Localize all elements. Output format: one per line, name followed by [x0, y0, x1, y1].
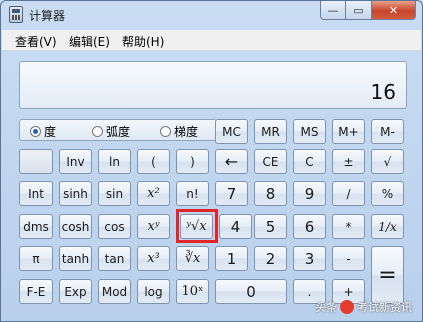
calculator-app-icon	[9, 6, 23, 23]
c-button[interactable]: C	[293, 149, 326, 174]
window-title: 计算器	[29, 9, 66, 23]
fe-button[interactable]: F-E	[19, 279, 53, 304]
menu-bar: 查看(V) 编辑(E) 帮助(H)	[2, 30, 421, 51]
multiply-button[interactable]: *	[332, 214, 365, 239]
radio-gradians[interactable]: 梯度	[160, 123, 198, 140]
title-bar[interactable]: 计算器 — ▭ ✕	[1, 1, 422, 29]
backspace-button[interactable]: ←	[215, 149, 248, 174]
blank-button[interactable]	[19, 149, 53, 174]
digit-4-button[interactable]: 4	[219, 214, 252, 239]
divide-button[interactable]: /	[332, 181, 365, 206]
sin-button[interactable]: sin	[98, 181, 131, 206]
inv-button[interactable]: Inv	[59, 149, 92, 174]
equals-button[interactable]: =	[371, 246, 404, 304]
tanh-button[interactable]: tanh	[59, 246, 92, 271]
dms-button[interactable]: dms	[19, 214, 53, 239]
ten-power-x-button[interactable]: 10ˣ	[176, 279, 209, 304]
ce-button[interactable]: CE	[254, 149, 287, 174]
radio-unselected-icon	[160, 126, 171, 137]
maximize-button[interactable]: ▭	[346, 1, 372, 20]
ms-button[interactable]: MS	[293, 119, 326, 144]
digit-2-button[interactable]: 2	[254, 246, 287, 271]
digit-9-button[interactable]: 9	[293, 181, 326, 206]
radio-selected-icon	[30, 126, 41, 137]
menu-view[interactable]: 查看(V)	[15, 33, 57, 50]
digit-3-button[interactable]: 3	[293, 246, 326, 271]
radio-degrees-label: 度	[44, 125, 57, 139]
calculator-window: 计算器 — ▭ ✕ 查看(V) 编辑(E) 帮助(H) 16 度 弧度 梯度 M…	[0, 0, 423, 322]
x-squared-button[interactable]: x²	[137, 181, 170, 206]
digit-1-button[interactable]: 1	[215, 246, 248, 271]
radio-radians[interactable]: 弧度	[92, 123, 130, 140]
radio-radians-label: 弧度	[106, 125, 131, 139]
log-button[interactable]: log	[137, 279, 170, 304]
m-minus-button[interactable]: M-	[371, 119, 404, 144]
watermark-prefix: 头条	[315, 301, 337, 314]
subtract-button[interactable]: -	[332, 246, 365, 271]
close-button[interactable]: ✕	[372, 1, 416, 20]
mod-button[interactable]: Mod	[98, 279, 131, 304]
watermark: 头条 考试新资讯	[315, 299, 412, 315]
radio-degrees[interactable]: 度	[30, 123, 56, 140]
x-cubed-button[interactable]: x³	[137, 246, 170, 271]
digit-0-button[interactable]: 0	[215, 279, 287, 304]
result-display: 16	[19, 61, 407, 109]
close-paren-button[interactable]: )	[176, 149, 209, 174]
minimize-button[interactable]: —	[320, 1, 346, 20]
cube-root-button[interactable]: ∛x	[176, 246, 209, 271]
plus-minus-button[interactable]: ±	[332, 149, 365, 174]
digit-6-button[interactable]: 6	[293, 214, 326, 239]
percent-button[interactable]: %	[371, 181, 404, 206]
digit-8-button[interactable]: 8	[254, 181, 287, 206]
m-plus-button[interactable]: M+	[332, 119, 365, 144]
int-button[interactable]: Int	[19, 181, 53, 206]
mr-button[interactable]: MR	[254, 119, 287, 144]
tan-button[interactable]: tan	[98, 246, 131, 271]
radio-unselected-icon	[92, 126, 103, 137]
pi-button[interactable]: π	[19, 246, 53, 271]
reciprocal-button[interactable]: 1/x	[371, 214, 404, 239]
menu-help[interactable]: 帮助(H)	[122, 33, 164, 50]
calculator-body: 16 度 弧度 梯度 MC MR MS M+ M- Inv ln ( ) ← C…	[9, 53, 414, 315]
digit-7-button[interactable]: 7	[215, 181, 248, 206]
ln-button[interactable]: ln	[98, 149, 131, 174]
sqrt-button[interactable]: √	[371, 149, 404, 174]
open-paren-button[interactable]: (	[137, 149, 170, 174]
sinh-button[interactable]: sinh	[59, 181, 92, 206]
radio-gradians-label: 梯度	[174, 125, 199, 139]
mc-button[interactable]: MC	[215, 119, 248, 144]
highlight-box	[176, 209, 218, 243]
exp-button[interactable]: Exp	[59, 279, 92, 304]
caption-buttons: — ▭ ✕	[320, 1, 416, 20]
digit-5-button[interactable]: 5	[254, 214, 287, 239]
menu-edit[interactable]: 编辑(E)	[69, 33, 110, 50]
angle-mode-group: 度 弧度 梯度	[19, 119, 217, 141]
x-power-y-button[interactable]: xʸ	[137, 214, 170, 239]
factorial-button[interactable]: n!	[176, 181, 209, 206]
watermark-text: 考试新资讯	[357, 301, 412, 314]
watermark-logo-icon	[340, 300, 354, 314]
cosh-button[interactable]: cosh	[59, 214, 92, 239]
display-value: 16	[370, 80, 396, 104]
cos-button[interactable]: cos	[98, 214, 131, 239]
